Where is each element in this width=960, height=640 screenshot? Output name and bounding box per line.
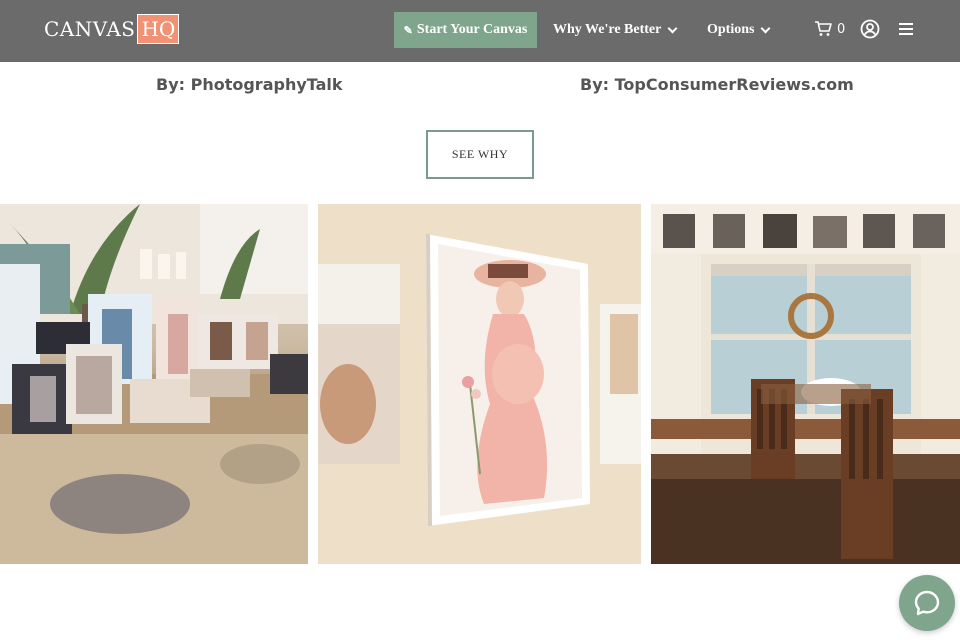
cart-button[interactable]: 0: [814, 18, 845, 40]
pencil-icon: ✎: [403, 24, 413, 37]
logo-text: CANVAS: [44, 17, 136, 41]
nav-why-were-better[interactable]: Why We're Better: [553, 12, 678, 48]
chevron-down-icon: [761, 23, 771, 33]
cart-count: 0: [837, 21, 846, 37]
gallery-photo-3: [651, 204, 960, 564]
see-why-button[interactable]: SEE WHY: [426, 130, 534, 179]
photo-dining-room: [651, 204, 960, 564]
gallery-photo-1: [0, 204, 308, 564]
user-icon: [860, 19, 880, 39]
account-button[interactable]: [860, 19, 880, 44]
photo-canvas-prints-rug: [0, 204, 308, 564]
site-logo[interactable]: CANVAS HQ: [44, 14, 180, 44]
hamburger-menu-icon: [899, 23, 913, 35]
start-your-canvas-button[interactable]: ✎ Start Your Canvas: [394, 12, 537, 48]
nav-why-label: Why We're Better: [553, 22, 662, 37]
nav-options[interactable]: Options: [707, 12, 771, 48]
logo-accent: HQ: [137, 14, 180, 44]
chat-button[interactable]: [899, 575, 955, 631]
cart-icon: [815, 21, 832, 36]
chat-bubble-icon: [914, 590, 940, 616]
review-source-2: By: TopConsumerReviews.com: [580, 75, 854, 94]
site-header: CANVAS HQ ✎ Start Your Canvas Why We're …: [0, 0, 960, 62]
review-source-1: By: PhotographyTalk: [156, 75, 343, 94]
cta-label: Start Your Canvas: [416, 22, 528, 37]
gallery-photo-2: [318, 204, 641, 564]
photo-maternity-canvas: [318, 204, 641, 564]
nav-options-label: Options: [707, 22, 755, 37]
chevron-down-icon: [667, 23, 678, 33]
menu-button[interactable]: [898, 22, 914, 41]
